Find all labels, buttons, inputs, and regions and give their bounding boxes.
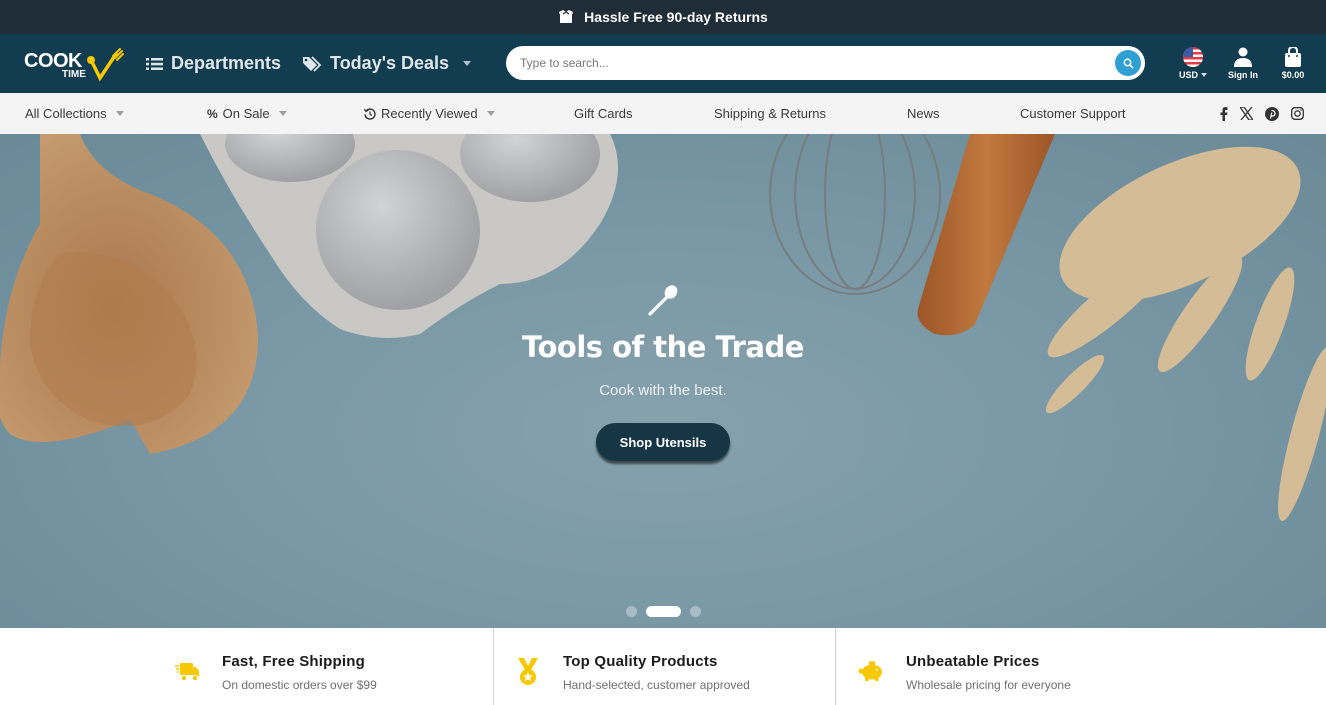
hero-content: Tools of the Trade Cook with the best. S… xyxy=(0,284,1326,461)
feature-title: Unbeatable Prices xyxy=(906,653,1040,670)
gift-cards-label: Gift Cards xyxy=(574,106,633,121)
feature-quality: Top Quality Products Hand-selected, cust… xyxy=(494,628,835,705)
features-strip: Fast, Free Shipping On domestic orders o… xyxy=(0,628,1326,705)
carousel-dot-1[interactable] xyxy=(625,606,637,617)
departments-menu[interactable]: Departments xyxy=(146,53,281,74)
recently-viewed-menu[interactable]: Recently Viewed xyxy=(364,106,495,121)
pinterest-icon[interactable] xyxy=(1265,106,1279,121)
departments-label: Departments xyxy=(171,53,282,73)
todays-deals-label: Today's Deals xyxy=(330,53,450,73)
feature-prices: Unbeatable Prices Wholesale pricing for … xyxy=(836,628,1326,705)
search-input[interactable] xyxy=(520,56,1115,70)
facebook-icon[interactable] xyxy=(1220,106,1228,121)
chevron-down-icon xyxy=(278,111,287,116)
feature-subtitle: Wholesale pricing for everyone xyxy=(906,678,1071,692)
main-nav: Departments Today's Deals xyxy=(146,53,472,74)
search-bar xyxy=(506,46,1145,80)
social-links xyxy=(1220,106,1304,121)
currency-selector[interactable]: USD xyxy=(1168,47,1218,80)
site-logo[interactable]: COOK TIME xyxy=(24,44,124,84)
on-sale-menu[interactable]: % On Sale xyxy=(207,106,287,121)
box-open-icon xyxy=(559,10,574,23)
x-twitter-icon[interactable] xyxy=(1240,107,1253,120)
hero-banner: Tools of the Trade Cook with the best. S… xyxy=(0,134,1326,628)
secondary-nav: All Collections % On Sale Recently Viewe… xyxy=(0,93,1326,134)
cart-total: $0.00 xyxy=(1281,70,1305,80)
feature-subtitle: Hand-selected, customer approved xyxy=(563,678,750,692)
logo-time-text: TIME xyxy=(62,68,86,80)
announcement-bar: Hassle Free 90-day Returns xyxy=(0,0,1326,34)
sign-in-button[interactable]: Sign In xyxy=(1218,47,1268,80)
gift-cards-link[interactable]: Gift Cards xyxy=(574,106,633,121)
customer-support-label: Customer Support xyxy=(1020,106,1126,121)
carousel-dot-3[interactable] xyxy=(689,606,701,617)
shipping-returns-label: Shipping & Returns xyxy=(714,106,827,121)
list-icon xyxy=(146,57,163,70)
user-icon xyxy=(1234,47,1252,67)
percent-icon: % xyxy=(207,106,218,121)
shopping-bag-icon xyxy=(1285,47,1301,67)
news-link[interactable]: News xyxy=(907,106,940,121)
main-header: COOK TIME Departments Today's Deals USD xyxy=(0,34,1326,93)
chevron-down-icon xyxy=(486,111,495,116)
sign-in-label: Sign In xyxy=(1228,70,1258,80)
feature-title: Top Quality Products xyxy=(563,653,718,670)
shipping-returns-link[interactable]: Shipping & Returns xyxy=(714,106,826,121)
shipping-truck-icon xyxy=(175,663,199,682)
all-collections-menu[interactable]: All Collections xyxy=(25,106,124,121)
hero-title-text: Tools of the Trade xyxy=(522,330,804,364)
fork-check-icon xyxy=(87,47,124,81)
feature-shipping: Fast, Free Shipping On domestic orders o… xyxy=(0,628,493,705)
header-actions: USD Sign In $0.00 xyxy=(1168,34,1326,93)
cart-button[interactable]: $0.00 xyxy=(1268,47,1318,80)
search-button[interactable] xyxy=(1115,50,1141,76)
medal-icon xyxy=(518,658,538,685)
hero-title: Tools of the Trade xyxy=(518,330,808,364)
history-icon xyxy=(364,107,376,120)
customer-support-link[interactable]: Customer Support xyxy=(1020,106,1126,121)
search-icon xyxy=(1123,58,1134,69)
carousel-pagination xyxy=(0,606,1326,617)
tags-icon xyxy=(303,55,322,72)
all-collections-label: All Collections xyxy=(25,106,107,121)
feature-title: Fast, Free Shipping xyxy=(222,653,365,670)
spoon-icon xyxy=(648,285,678,316)
currency-label: USD xyxy=(1178,70,1198,80)
us-flag-icon xyxy=(1183,47,1203,67)
announcement-text: Hassle Free 90-day Returns xyxy=(584,9,768,25)
instagram-icon[interactable] xyxy=(1291,107,1304,120)
chevron-down-icon xyxy=(115,111,124,116)
carousel-dot-2-active[interactable] xyxy=(645,606,681,617)
news-label: News xyxy=(907,106,940,121)
feature-subtitle: On domestic orders over $99 xyxy=(222,678,377,692)
chevron-down-icon xyxy=(1201,73,1207,77)
recently-viewed-label: Recently Viewed xyxy=(381,106,478,121)
piggy-bank-icon xyxy=(858,661,882,681)
hero-subtitle: Cook with the best. xyxy=(599,382,727,399)
shop-utensils-button[interactable]: Shop Utensils xyxy=(595,423,731,461)
on-sale-label: On Sale xyxy=(222,106,270,121)
chevron-down-icon xyxy=(463,61,472,66)
todays-deals-menu[interactable]: Today's Deals xyxy=(303,53,472,74)
